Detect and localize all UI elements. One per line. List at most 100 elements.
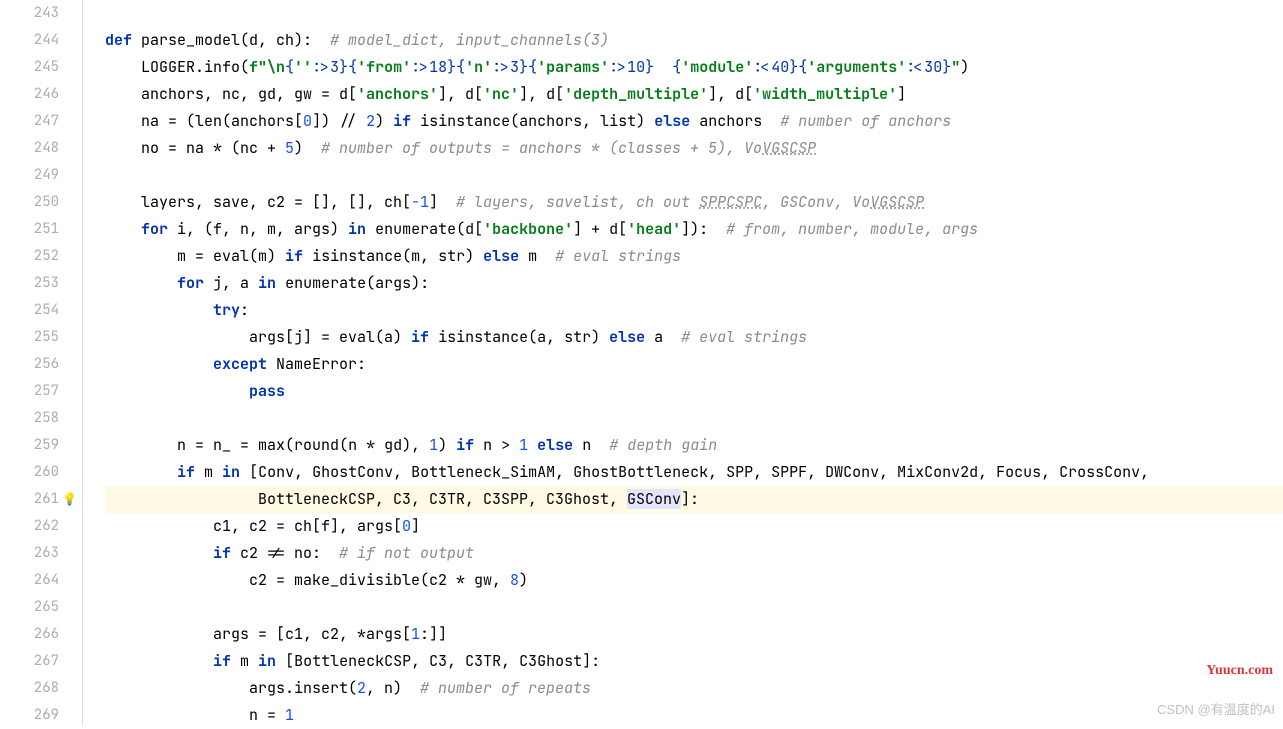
code-token: :>18}{ xyxy=(411,57,465,77)
code-line[interactable]: m = eval(m) if isinstance(m, str) else m… xyxy=(105,243,1283,270)
code-line[interactable]: LOGGER.info(f"\n{'':>3}{'from':>18}{'n':… xyxy=(105,54,1283,81)
code-line[interactable]: try: xyxy=(105,297,1283,324)
code-token: ) xyxy=(438,435,456,455)
code-token: isinstance xyxy=(312,246,402,266)
code-token: i, (f, n, m, args) xyxy=(177,219,348,239)
code-token: layers, save, c2 = [], [], ch[ xyxy=(105,192,411,212)
code-token: ) xyxy=(294,138,321,158)
code-line[interactable]: anchors, nc, gd, gw = d['anchors'], d['n… xyxy=(105,81,1283,108)
code-line[interactable]: args = [c1, c2, *args[1:]] xyxy=(105,621,1283,648)
code-line[interactable]: n = n_ = max(round(n * gd), 1) if n > 1 … xyxy=(105,432,1283,459)
code-line[interactable]: n = 1 xyxy=(105,702,1283,726)
code-token xyxy=(105,381,249,401)
code-line[interactable]: except NameError: xyxy=(105,351,1283,378)
code-token: else xyxy=(609,327,654,347)
code-token: anchors xyxy=(699,111,780,131)
code-token: 'module' xyxy=(681,57,753,77)
code-line[interactable]: pass xyxy=(105,378,1283,405)
code-token: { xyxy=(672,57,681,77)
code-line[interactable]: if c2 != no: # if not output xyxy=(105,540,1283,567)
code-token: m = xyxy=(105,246,213,266)
code-line[interactable]: BottleneckCSP, C3, C3TR, C3SPP, C3Ghost,… xyxy=(105,486,1283,513)
watermark-csdn: CSDN @有温度的AI xyxy=(1157,696,1275,723)
line-number: 250 xyxy=(0,189,59,216)
code-token xyxy=(528,435,537,455)
code-line[interactable] xyxy=(105,405,1283,432)
code-token: # model_dict, input_channels(3) xyxy=(330,30,609,50)
code-token: NameError: xyxy=(276,354,366,374)
code-token: c2 != no: xyxy=(240,543,339,563)
code-token: str xyxy=(564,327,591,347)
line-number-gutter: 2432442452462472482492502512522532542552… xyxy=(0,0,75,726)
code-token: j, a xyxy=(213,273,258,293)
code-token: enumerate xyxy=(375,219,456,239)
code-line[interactable] xyxy=(105,0,1283,27)
code-line[interactable]: no = na * (nc + 5) # number of outputs =… xyxy=(105,135,1283,162)
code-token: 'backbone' xyxy=(483,219,573,239)
code-token xyxy=(105,300,213,320)
code-line[interactable]: if m in [BottleneckCSP, C3, C3TR, C3Ghos… xyxy=(105,648,1283,675)
code-token xyxy=(105,273,177,293)
code-token: 'from' xyxy=(357,57,411,77)
code-line[interactable]: args[j] = eval(a) if isinstance(a, str) … xyxy=(105,324,1283,351)
code-line[interactable]: c1, c2 = ch[f], args[0] xyxy=(105,513,1283,540)
code-token: [Conv, GhostConv, Bottleneck_SimAM, Ghos… xyxy=(249,462,1149,482)
code-token: ]: xyxy=(681,489,699,509)
code-line[interactable]: c2 = make_divisible(c2 * gw, 8) xyxy=(105,567,1283,594)
code-editor[interactable]: 2432442452462472482492502512522532542552… xyxy=(0,0,1283,726)
code-token: [BottleneckCSP, C3, C3TR, C3Ghost]: xyxy=(285,651,600,671)
line-number: 256 xyxy=(0,351,59,378)
code-token: try xyxy=(213,300,240,320)
code-token: round xyxy=(294,435,339,455)
code-token: if xyxy=(285,246,312,266)
code-token: (args): xyxy=(366,273,429,293)
code-token: c2 = make_divisible(c2 * gw, xyxy=(105,570,510,590)
code-token: 2 xyxy=(357,678,366,698)
code-token: except xyxy=(213,354,276,374)
code-line[interactable]: for i, (f, n, m, args) in enumerate(d['b… xyxy=(105,216,1283,243)
code-token: list xyxy=(600,111,636,131)
line-number: 262 xyxy=(0,513,59,540)
code-line[interactable]: def parse_model(d, ch): # model_dict, in… xyxy=(105,27,1283,54)
code-token: ]) // xyxy=(312,111,366,131)
line-number: 260 xyxy=(0,459,59,486)
code-line[interactable]: for j, a in enumerate(args): xyxy=(105,270,1283,297)
code-token: # if not output xyxy=(339,543,474,563)
code-line[interactable]: args.insert(2, n) # number of repeats xyxy=(105,675,1283,702)
code-token: , n) xyxy=(366,678,420,698)
code-token: no = na * (nc + xyxy=(105,138,285,158)
line-number: 261 xyxy=(0,486,59,513)
code-line[interactable] xyxy=(105,594,1283,621)
code-token: :>10} xyxy=(609,57,654,77)
code-token: # number of repeats xyxy=(420,678,591,698)
code-token: in xyxy=(348,219,375,239)
watermark-yuucn: Yuucn.com xyxy=(1206,657,1273,684)
code-token: args = [c1, c2, *args[ xyxy=(105,624,411,644)
code-token: ) xyxy=(519,570,528,590)
code-token: else xyxy=(537,435,582,455)
code-token: ]): xyxy=(681,219,726,239)
line-number: 259 xyxy=(0,432,59,459)
code-token: " xyxy=(951,57,960,77)
code-line[interactable]: if m in [Conv, GhostConv, Bottleneck_Sim… xyxy=(105,459,1283,486)
code-token: # from, number, module, args xyxy=(726,219,978,239)
code-area[interactable]: def parse_model(d, ch): # model_dict, in… xyxy=(105,0,1283,726)
code-token: :]] xyxy=(420,624,447,644)
code-token: eval xyxy=(339,327,375,347)
code-token: len xyxy=(195,111,222,131)
code-token: ] xyxy=(897,84,906,104)
line-number: 268 xyxy=(0,675,59,702)
code-token: , GSConv, Vo xyxy=(762,192,870,212)
code-token: :<30} xyxy=(906,57,951,77)
line-number: 264 xyxy=(0,567,59,594)
code-token xyxy=(105,651,213,671)
code-line[interactable]: na = (len(anchors[0]) // 2) if isinstanc… xyxy=(105,108,1283,135)
code-token: n = xyxy=(105,705,285,725)
code-line[interactable]: layers, save, c2 = [], [], ch[-1] # laye… xyxy=(105,189,1283,216)
code-line[interactable] xyxy=(105,162,1283,189)
code-token: # eval strings xyxy=(555,246,681,266)
code-token: VGSCSP xyxy=(762,138,816,158)
code-token: args.insert( xyxy=(105,678,357,698)
code-token: 0 xyxy=(303,111,312,131)
code-token: enumerate xyxy=(285,273,366,293)
